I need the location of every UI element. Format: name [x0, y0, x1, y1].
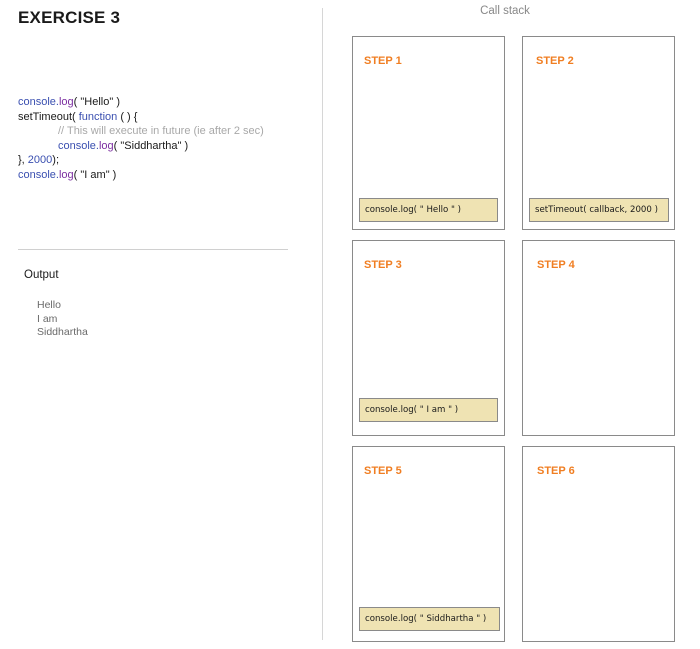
step-6-box: STEP 6 [522, 446, 675, 642]
stack-frame: setTimeout( callback, 2000 ) [529, 198, 669, 222]
step-5-box: STEP 5 console.log( " Siddhartha " ) [352, 446, 505, 642]
exercise-title: EXERCISE 3 [18, 8, 121, 27]
step-3-box: STEP 3 console.log( " I am " ) [352, 240, 505, 436]
step-label: STEP 3 [364, 259, 402, 271]
code-line-4: console.log( "Siddhartha" ) [58, 139, 189, 152]
step-label: STEP 6 [537, 465, 575, 477]
step-label: STEP 4 [537, 259, 575, 271]
vertical-divider [322, 8, 323, 640]
code-line-1: console.log( "Hello" ) [18, 96, 120, 108]
stack-frame: console.log( " Siddhartha " ) [359, 607, 500, 631]
code-line-6: console.log( "I am" ) [18, 168, 117, 181]
section-divider [18, 249, 288, 250]
step-4-box: STEP 4 [522, 240, 675, 436]
step-2-box: STEP 2 setTimeout( callback, 2000 ) [522, 36, 675, 230]
output-list: Hello I am Siddhartha [37, 299, 88, 340]
code-line-2: setTimeout( function ( ) { [18, 110, 138, 123]
step-1-box: STEP 1 console.log( " Hello " ) [352, 36, 505, 230]
step-label: STEP 1 [364, 55, 402, 67]
code-block: console.log( "Hello" ) setTimeout( funct… [18, 95, 264, 182]
step-label: STEP 5 [364, 465, 402, 477]
call-stack-title: Call stack [480, 5, 530, 17]
output-line: Hello [37, 299, 61, 311]
code-line-5: }, 2000); [18, 154, 60, 166]
output-label: Output [24, 269, 59, 281]
stack-frame: console.log( " Hello " ) [359, 198, 498, 222]
output-line: Siddhartha [37, 326, 88, 338]
output-line: I am [37, 312, 58, 325]
code-comment: // This will execute in future (ie after… [58, 125, 264, 137]
step-label: STEP 2 [536, 55, 574, 67]
code-line-3: // This will execute in future (ie after… [18, 124, 264, 139]
stack-frame: console.log( " I am " ) [359, 398, 498, 422]
